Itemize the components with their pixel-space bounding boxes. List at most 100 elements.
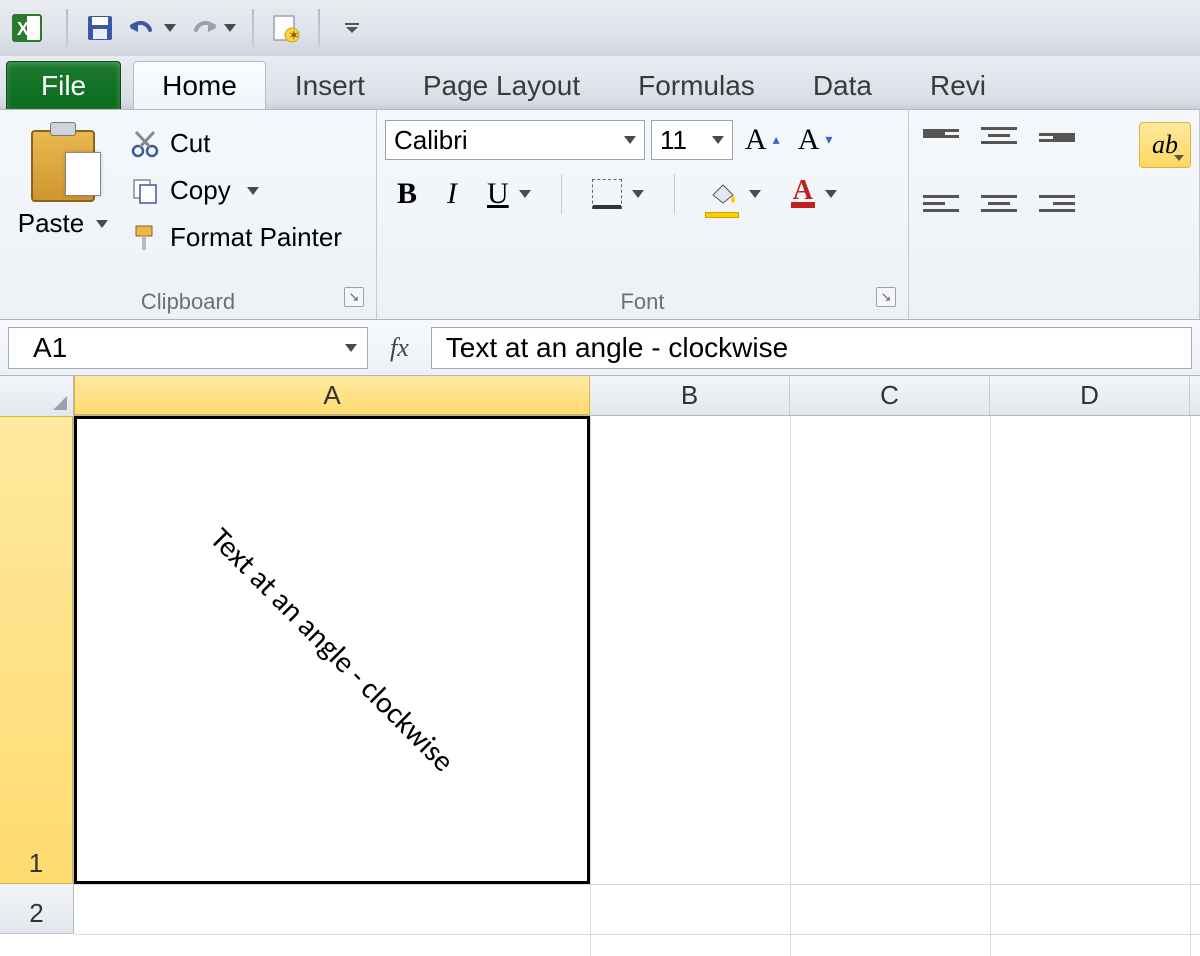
font-name-combo[interactable]: Calibri (385, 120, 645, 160)
paste-button[interactable]: Paste (8, 116, 118, 239)
row-header-1[interactable]: 1 (0, 416, 73, 884)
excel-logo: X (8, 8, 48, 48)
dropdown-arrow-icon (825, 190, 837, 198)
down-arrow-icon: ▾ (825, 132, 832, 149)
gridline (990, 416, 991, 956)
fill-color-button[interactable] (699, 177, 767, 211)
cut-button[interactable]: Cut (124, 124, 368, 163)
formula-input[interactable]: Text at an angle - clockwise (431, 327, 1192, 369)
underline-button[interactable]: U (481, 175, 537, 213)
column-header-D[interactable]: D (990, 376, 1190, 415)
format-painter-button[interactable]: Format Painter (124, 218, 368, 257)
align-top-button[interactable] (923, 122, 959, 148)
dialog-launcher-font[interactable]: ↘ (876, 287, 896, 307)
orientation-button[interactable]: ab (1139, 122, 1191, 168)
worksheet-grid: A B C D 1 2 Text at an angle - clockwise (0, 376, 1200, 956)
dropdown-arrow-icon (96, 220, 108, 228)
cells-area[interactable]: Text at an angle - clockwise (74, 416, 1200, 956)
group-label-font: Font (620, 289, 664, 314)
dropdown-arrow-icon (749, 190, 761, 198)
fx-icon[interactable]: fx (378, 333, 421, 363)
font-size-combo[interactable]: 11 (651, 120, 733, 160)
separator (252, 9, 254, 47)
gridline (74, 884, 1200, 885)
tab-file[interactable]: File (6, 61, 121, 109)
separator (674, 174, 675, 214)
dropdown-arrow-icon (632, 190, 644, 198)
paste-icon (31, 122, 95, 202)
gridline (590, 416, 591, 956)
tab-formulas[interactable]: Formulas (609, 61, 784, 109)
up-arrow-icon: ▴ (773, 132, 780, 149)
ribbon-group-alignment: ab (909, 110, 1200, 319)
border-icon (592, 179, 622, 209)
format-painter-label: Format Painter (170, 222, 342, 253)
tab-data[interactable]: Data (784, 61, 901, 109)
name-box[interactable]: A1 (8, 327, 368, 369)
tab-home[interactable]: Home (133, 61, 266, 109)
fill-bucket-icon (705, 179, 739, 209)
svg-text:✶: ✶ (288, 27, 300, 43)
tab-page-layout[interactable]: Page Layout (394, 61, 609, 109)
dropdown-arrow-icon (519, 190, 531, 198)
copy-button[interactable]: Copy (124, 171, 368, 210)
quick-access-toolbar: X ✶ (0, 0, 1200, 56)
row-headers: 1 2 (0, 416, 74, 934)
dialog-launcher-clipboard[interactable]: ↘ (344, 287, 364, 307)
group-label-clipboard: Clipboard (141, 289, 235, 314)
undo-button[interactable] (122, 8, 182, 48)
save-button[interactable] (78, 8, 122, 48)
underline-letter: U (487, 177, 509, 211)
dropdown-arrow-icon (712, 136, 724, 144)
font-color-button[interactable]: A (785, 178, 843, 210)
shrink-font-letter: A (798, 123, 820, 157)
align-right-button[interactable] (1039, 190, 1075, 216)
align-left-button[interactable] (923, 190, 959, 216)
increase-font-size-button[interactable]: A▴ (739, 121, 786, 159)
separator (561, 174, 562, 214)
cell-A1[interactable]: Text at an angle - clockwise (74, 416, 590, 884)
dropdown-arrow-icon (247, 187, 259, 195)
separator (66, 9, 68, 47)
gridline (1190, 416, 1191, 956)
paintbrush-icon (130, 223, 160, 253)
redo-button[interactable] (182, 8, 242, 48)
tab-review[interactable]: Revi (901, 61, 1015, 109)
align-center-button[interactable] (981, 190, 1017, 216)
customize-qat-button[interactable] (330, 8, 374, 48)
gridline (790, 416, 791, 956)
column-header-A[interactable]: A (74, 376, 590, 415)
column-header-B[interactable]: B (590, 376, 790, 415)
new-workbook-button[interactable]: ✶ (264, 8, 308, 48)
italic-button[interactable]: I (441, 175, 463, 213)
dropdown-arrow-icon (164, 24, 176, 32)
font-name-value: Calibri (394, 125, 468, 156)
dropdown-arrow-icon (345, 344, 357, 352)
font-color-icon: A (791, 180, 815, 208)
paste-label: Paste (18, 208, 85, 239)
cell-A1-text: Text at an angle - clockwise (202, 520, 461, 779)
formula-content: Text at an angle - clockwise (446, 332, 788, 364)
ribbon: Paste Cut (0, 110, 1200, 320)
column-headers: A B C D (0, 376, 1200, 416)
gridline (74, 934, 1200, 935)
bold-button[interactable]: B (391, 175, 423, 213)
font-size-value: 11 (660, 125, 687, 156)
copy-icon (130, 176, 160, 206)
tab-insert[interactable]: Insert (266, 61, 394, 109)
select-all-button[interactable] (0, 376, 74, 416)
decrease-font-size-button[interactable]: A▾ (792, 121, 839, 159)
align-bottom-button[interactable] (1039, 122, 1075, 148)
formula-bar: A1 fx Text at an angle - clockwise (0, 320, 1200, 376)
dropdown-arrow-icon (624, 136, 636, 144)
cut-label: Cut (170, 128, 210, 159)
cell-reference: A1 (33, 332, 67, 364)
grow-font-letter: A (745, 123, 767, 157)
scissors-icon (130, 129, 160, 159)
separator (318, 9, 320, 47)
row-header-2[interactable]: 2 (0, 884, 73, 934)
copy-label: Copy (170, 175, 231, 206)
align-middle-button[interactable] (981, 122, 1017, 148)
column-header-C[interactable]: C (790, 376, 990, 415)
borders-button[interactable] (586, 177, 650, 211)
